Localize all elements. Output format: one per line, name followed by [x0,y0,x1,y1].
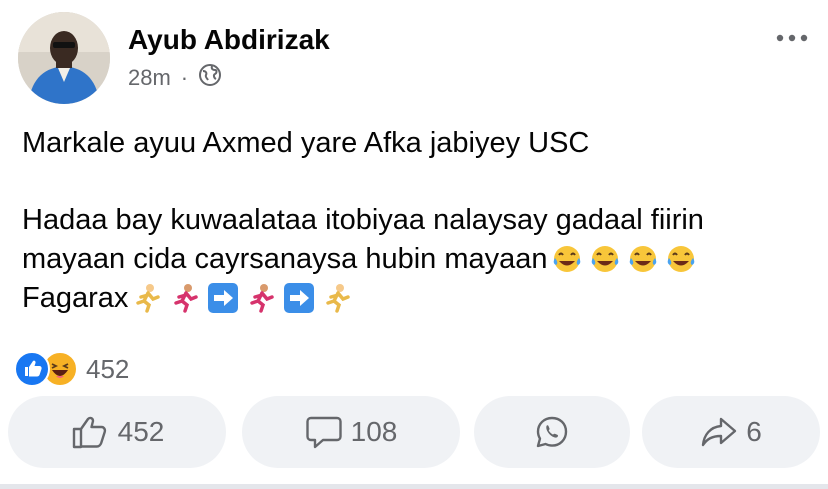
post-line-1: Markale ayuu Axmed yare Afka jabiyey USC [22,127,590,159]
post-line-4: Fagarax [22,282,129,314]
avatar-image [18,12,110,104]
post-line-4-wrap: Fagarax [22,279,812,318]
whatsapp-share-button[interactable] [474,396,630,468]
like-button[interactable]: 452 [8,396,226,468]
post-time[interactable]: 28m [128,65,171,91]
post-line-3-wrap: mayaan cida cayrsanaysa hubin mayaan [22,240,812,279]
post-actions: 452 108 6 [8,396,820,468]
globe-icon [198,63,222,93]
tears-of-joy-emoji [627,244,659,274]
reactions-summary[interactable]: 452 [14,351,130,387]
like-icon [14,351,50,387]
runner-emoji [245,283,277,313]
reaction-count: 452 [86,353,130,384]
post-line-3: mayaan cida cayrsanaysa hubin mayaan [22,243,548,275]
right-arrow-emoji [207,283,239,313]
runner-emoji [131,283,163,313]
author-name[interactable]: Ayub Abdirizak [128,24,330,56]
comment-count: 108 [350,416,398,447]
comment-bubble-icon [305,416,342,449]
tears-of-joy-emoji [551,244,583,274]
share-count: 6 [746,416,762,447]
post-body: Markale ayuu Axmed yare Afka jabiyey USC… [22,124,812,318]
author-avatar[interactable] [18,12,110,104]
post-line-2: Hadaa bay kuwaalataa itobiyaa nalaysay g… [22,204,704,236]
thumbs-up-icon [72,416,106,449]
right-arrow-emoji [283,283,315,313]
whatsapp-icon [536,416,568,448]
share-arrow-icon [702,417,737,447]
runner-emoji [169,283,201,313]
like-count: 452 [117,416,165,447]
post-divider [0,484,828,489]
share-button[interactable]: 6 [642,396,820,468]
comment-button[interactable]: 108 [242,396,460,468]
post-meta: 28m · [128,64,222,92]
tears-of-joy-emoji [665,244,697,274]
runner-emoji [321,283,353,313]
meta-separator: · [180,65,189,90]
more-dots-icon [776,34,808,42]
tears-of-joy-emoji [589,244,621,274]
more-options-button[interactable] [774,24,810,52]
